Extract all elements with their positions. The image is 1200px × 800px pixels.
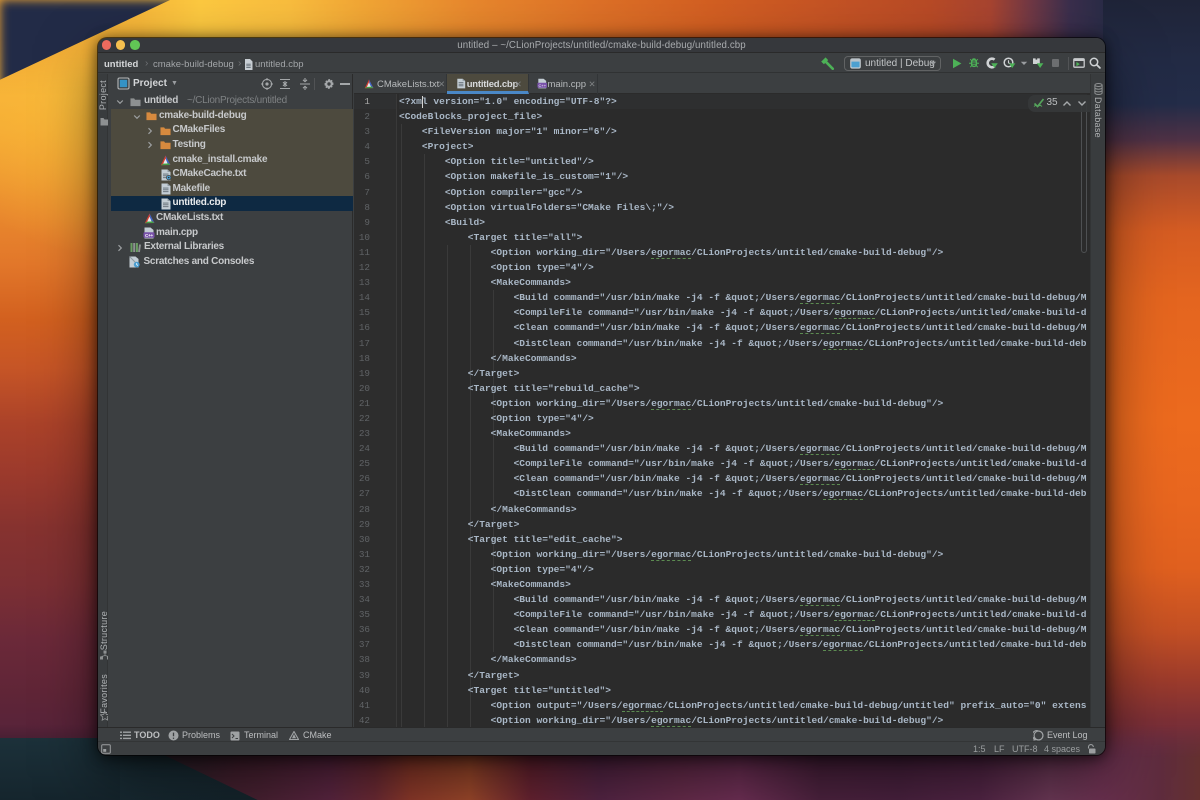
svg-text:C++: C++ <box>538 83 546 88</box>
svg-text:C++: C++ <box>145 233 154 238</box>
